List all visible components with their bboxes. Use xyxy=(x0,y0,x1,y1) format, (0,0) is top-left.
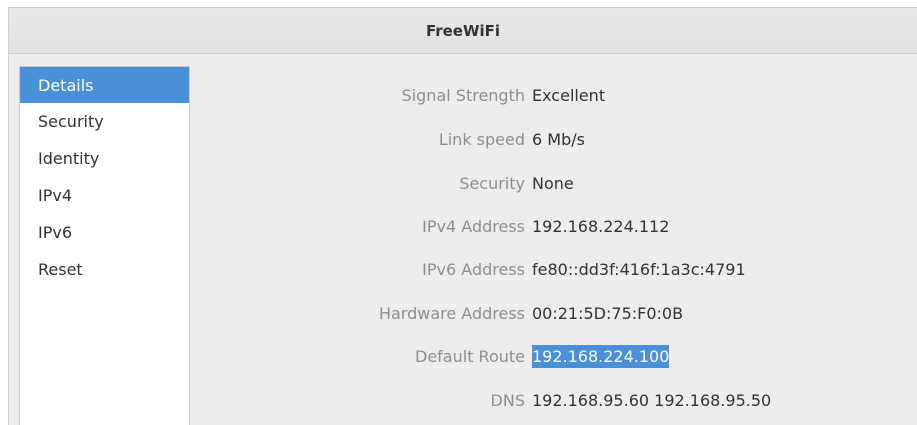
detail-label: IPv4 Address xyxy=(422,217,525,236)
selected-text[interactable]: 192.168.224.100 xyxy=(532,345,670,368)
window-title: FreeWiFi xyxy=(425,22,501,40)
detail-value[interactable]: 192.168.95.60 192.168.95.50 xyxy=(532,386,771,416)
detail-value[interactable]: None xyxy=(532,169,574,199)
detail-value[interactable]: 192.168.224.112 xyxy=(532,212,669,242)
titlebar: FreeWiFi xyxy=(9,8,917,54)
detail-value[interactable]: 00:21:5D:75:F0:0B xyxy=(532,299,683,329)
sidebar-item-identity[interactable]: Identity xyxy=(20,140,189,177)
detail-label: Default Route xyxy=(415,347,525,366)
detail-row-ipv4-address: IPv4 Address 192.168.224.112 xyxy=(191,212,891,242)
detail-label: Security xyxy=(459,174,525,193)
detail-value[interactable]: fe80::dd3f:416f:1a3c:4791 xyxy=(532,255,746,285)
sidebar-item-details[interactable]: Details xyxy=(20,67,189,103)
sidebar-item-ipv4[interactable]: IPv4 xyxy=(20,177,189,214)
detail-label: IPv6 Address xyxy=(422,260,525,279)
detail-value-selected[interactable]: 192.168.224.100 xyxy=(532,342,670,372)
detail-row-hardware-address: Hardware Address 00:21:5D:75:F0:0B xyxy=(191,299,891,329)
detail-label: Link speed xyxy=(438,130,525,149)
sidebar: Details Security Identity IPv4 IPv6 Rese… xyxy=(19,66,190,425)
detail-label: DNS xyxy=(490,391,525,410)
detail-label: Hardware Address xyxy=(378,304,525,323)
network-settings-window: FreeWiFi Details Security Identity IPv4 … xyxy=(8,7,917,425)
detail-row-security: Security None xyxy=(191,169,891,199)
detail-value[interactable]: 6 Mb/s xyxy=(532,125,585,155)
detail-label: Signal Strength xyxy=(401,86,525,105)
sidebar-item-security[interactable]: Security xyxy=(20,103,189,140)
detail-row-signal-strength: Signal Strength Excellent xyxy=(191,81,891,111)
sidebar-item-ipv6[interactable]: IPv6 xyxy=(20,214,189,251)
detail-row-ipv6-address: IPv6 Address fe80::dd3f:416f:1a3c:4791 xyxy=(191,255,891,285)
sidebar-item-reset[interactable]: Reset xyxy=(20,251,189,288)
detail-row-link-speed: Link speed 6 Mb/s xyxy=(191,125,891,155)
detail-row-default-route: Default Route 192.168.224.100 xyxy=(191,342,891,372)
detail-value[interactable]: Excellent xyxy=(532,81,605,111)
detail-row-dns: DNS 192.168.95.60 192.168.95.50 xyxy=(191,386,891,416)
